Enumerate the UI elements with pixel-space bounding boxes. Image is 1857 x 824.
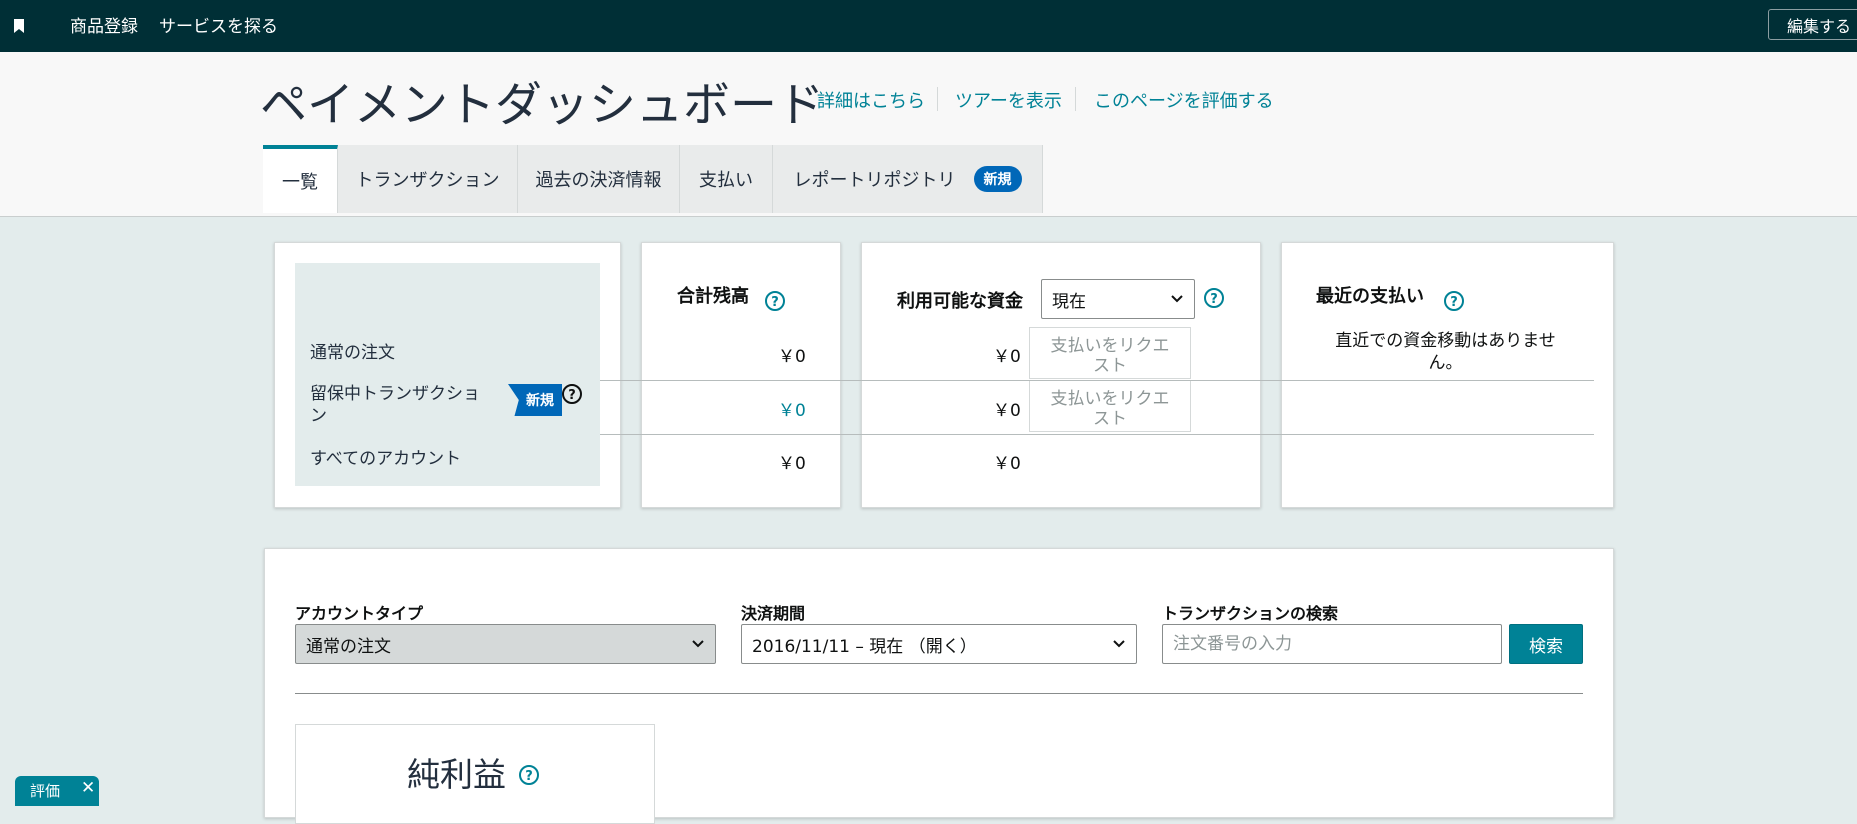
- help-icon[interactable]: ?: [1443, 290, 1465, 312]
- row-label-standard-orders: 通常の注文: [310, 343, 395, 363]
- request-payout-button[interactable]: 支払いをリクエスト: [1029, 327, 1191, 379]
- chevron-down-icon: [1113, 640, 1125, 648]
- total-balance-standard: ￥0: [778, 347, 806, 367]
- available-funds-all: ￥0: [993, 454, 1021, 474]
- select-value: 現在: [1052, 291, 1086, 312]
- transaction-search-label: トランザクションの検索: [1162, 604, 1339, 623]
- settlement-period-label: 決済期間: [741, 604, 806, 623]
- help-icon[interactable]: ?: [764, 290, 786, 312]
- tab-label: トランザクション: [355, 170, 500, 191]
- tab-payouts[interactable]: 支払い: [680, 145, 773, 213]
- svg-text:?: ?: [525, 769, 533, 784]
- net-profit-title: 純利益: [407, 755, 506, 794]
- chevron-down-icon: [1171, 295, 1183, 303]
- help-icon[interactable]: ?: [518, 764, 540, 786]
- recent-payouts-empty-message: 直近での資金移動はありません。: [1335, 331, 1556, 373]
- new-badge: 新規: [973, 166, 1022, 192]
- header-divider: [1075, 87, 1076, 111]
- svg-text:?: ?: [1450, 295, 1458, 310]
- top-navigation-bar: 商品登録 サービスを探る 編集する: [0, 0, 1857, 52]
- available-funds-standard: ￥0: [993, 347, 1021, 367]
- chevron-down-icon: [692, 640, 704, 648]
- request-payout-button[interactable]: 支払いをリクエスト: [1029, 380, 1191, 432]
- total-balance-all: ￥0: [778, 454, 806, 474]
- available-funds-title: 利用可能な資金: [897, 291, 1023, 312]
- tab-label: 過去の決済情報: [535, 170, 662, 191]
- section-divider: [295, 693, 1583, 694]
- svg-text:?: ?: [771, 295, 779, 310]
- available-funds-period-select[interactable]: 現在: [1041, 279, 1195, 319]
- svg-text:?: ?: [568, 388, 576, 403]
- search-button[interactable]: 検索: [1509, 624, 1583, 664]
- feedback-tab[interactable]: 評価 ✕: [15, 776, 99, 806]
- page-title: ペイメントダッシュボード: [260, 78, 824, 133]
- tab-label: レポートリポジトリ: [793, 170, 956, 191]
- help-icon[interactable]: ?: [561, 383, 583, 405]
- row-label-all-accounts: すべてのアカウント: [310, 449, 462, 469]
- settlement-period-select[interactable]: 2016/11/11 – 現在 （開く）: [741, 624, 1137, 664]
- edit-button[interactable]: 編集する: [1768, 9, 1857, 40]
- tab-transactions[interactable]: トランザクション: [338, 145, 518, 213]
- account-type-label: アカウントタイプ: [295, 604, 424, 623]
- account-type-select[interactable]: 通常の注文: [295, 624, 716, 664]
- svg-text:?: ?: [1210, 292, 1218, 307]
- row-divider: [600, 380, 1594, 381]
- select-value: 2016/11/11 – 現在 （開く）: [752, 636, 977, 657]
- show-tour-link[interactable]: ツアーを表示: [955, 87, 1062, 113]
- tab-report-repository[interactable]: レポートリポジトリ 新規: [773, 145, 1043, 213]
- close-icon[interactable]: ✕: [81, 778, 95, 798]
- tab-label: 支払い: [699, 170, 753, 191]
- row-divider: [600, 434, 1594, 435]
- total-balance-held-link[interactable]: ￥0: [778, 396, 806, 421]
- bookmark-icon[interactable]: [13, 19, 25, 33]
- tab-overview[interactable]: 一覧: [263, 145, 338, 213]
- available-funds-held: ￥0: [993, 401, 1021, 421]
- row-label-held-transactions: 留保中トランザクション: [310, 384, 480, 426]
- rate-page-link[interactable]: このページを評価する: [1094, 87, 1274, 113]
- tab-past-settlements[interactable]: 過去の決済情報: [518, 145, 680, 213]
- order-number-search-input[interactable]: [1162, 624, 1502, 664]
- nav-link-product-listing[interactable]: 商品登録: [70, 12, 138, 37]
- select-value: 通常の注文: [306, 636, 391, 657]
- nav-link-explore-services[interactable]: サービスを探る: [159, 12, 278, 37]
- total-balance-title: 合計残高: [677, 286, 749, 307]
- help-icon[interactable]: ?: [1203, 287, 1225, 309]
- tab-label: 一覧: [282, 172, 318, 193]
- recent-payouts-title: 最近の支払い: [1316, 286, 1424, 307]
- learn-more-link[interactable]: 詳細はこちら: [817, 87, 925, 113]
- header-divider: [937, 87, 938, 111]
